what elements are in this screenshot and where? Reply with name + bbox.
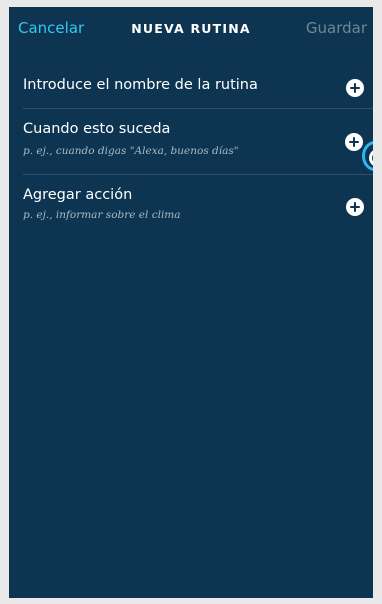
routine-name-label: Introduce el nombre de la rutina xyxy=(23,77,258,93)
action-row[interactable]: Agregar acción p. ej., informar sobre el… xyxy=(9,175,373,235)
nav-header: Cancelar NUEVA RUTINA Guardar xyxy=(9,7,373,53)
add-routine-name-plus-icon[interactable] xyxy=(346,79,364,97)
trigger-hint: p. ej., cuando digas "Alexa, buenos días… xyxy=(23,145,239,157)
trigger-label: Cuando esto suceda xyxy=(23,121,171,137)
trigger-row[interactable]: Cuando esto suceda p. ej., cuando digas … xyxy=(9,109,373,174)
action-label: Agregar acción xyxy=(23,187,133,203)
add-trigger-plus-icon[interactable] xyxy=(345,133,363,151)
add-action-plus-icon[interactable] xyxy=(346,198,364,216)
action-hint: p. ej., informar sobre el clima xyxy=(23,209,181,221)
save-button[interactable]: Guardar xyxy=(306,19,367,37)
device-frame: Cancelar NUEVA RUTINA Guardar Introduce … xyxy=(0,0,382,604)
routine-name-row[interactable]: Introduce el nombre de la rutina xyxy=(9,65,373,110)
routine-editor-screen: Cancelar NUEVA RUTINA Guardar Introduce … xyxy=(9,7,373,598)
